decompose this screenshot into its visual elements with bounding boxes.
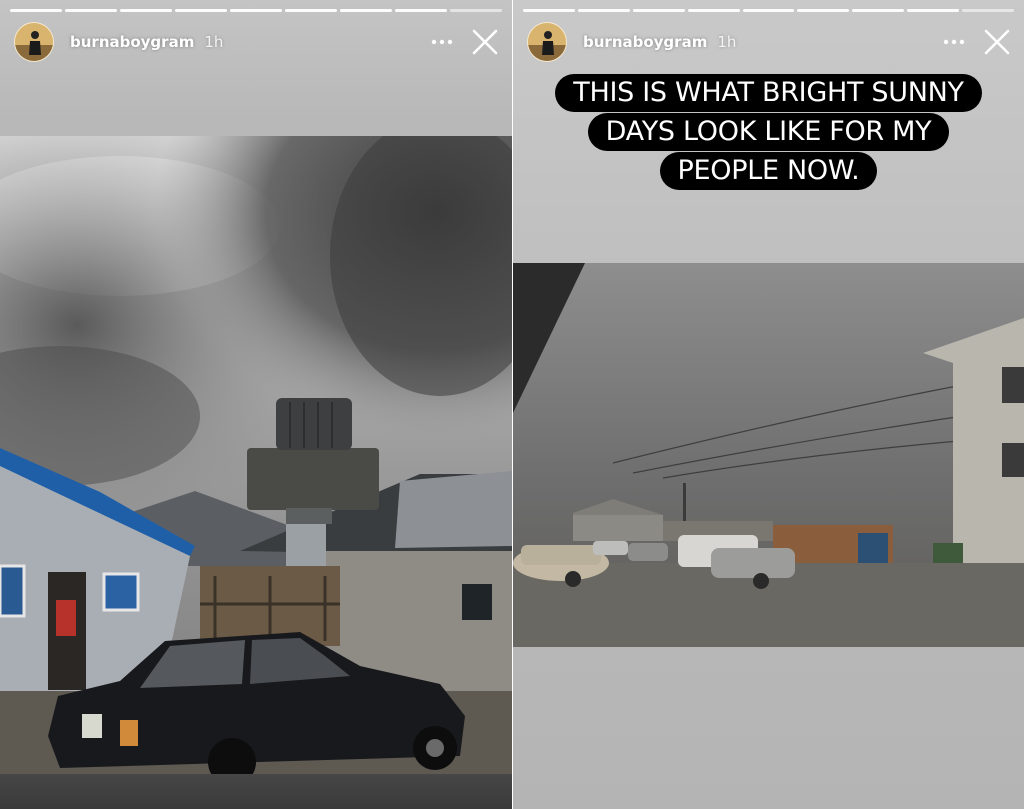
- story-photo[interactable]: [0, 136, 512, 774]
- progress-segment: [852, 9, 905, 12]
- progress-segment: [577, 9, 630, 12]
- story-progress-bar: [10, 9, 502, 12]
- progress-segment: [962, 9, 1015, 12]
- more-options-icon[interactable]: [428, 28, 456, 56]
- progress-segment: [10, 9, 62, 12]
- avatar[interactable]: [527, 22, 567, 62]
- progress-segment: [450, 9, 502, 12]
- progress-segment: [395, 9, 447, 12]
- username[interactable]: burnaboygram: [583, 33, 707, 51]
- story-panel-left[interactable]: burnaboygram 1h: [0, 0, 512, 809]
- story-caption: THIS IS WHAT BRIGHT SUNNY DAYS LOOK LIKE…: [513, 74, 1024, 191]
- progress-segment: [65, 9, 117, 12]
- progress-segment: [340, 9, 392, 12]
- close-icon[interactable]: [470, 27, 500, 57]
- caption-line: DAYS LOOK LIKE FOR MY: [587, 113, 950, 151]
- progress-segment: [632, 9, 685, 12]
- story-photo[interactable]: [513, 263, 1024, 647]
- story-header: burnaboygram 1h: [527, 22, 1012, 62]
- progress-segment: [742, 9, 795, 12]
- progress-segment: [907, 9, 960, 12]
- story-header: burnaboygram 1h: [14, 22, 500, 62]
- progress-segment: [120, 9, 172, 12]
- timestamp: 1h: [717, 33, 737, 51]
- close-icon[interactable]: [982, 27, 1012, 57]
- caption-line: PEOPLE NOW.: [659, 152, 878, 190]
- caption-line: THIS IS WHAT BRIGHT SUNNY: [555, 74, 982, 112]
- story-panel-right[interactable]: burnaboygram 1h THIS IS WHAT BRIGHT SUNN…: [513, 0, 1024, 809]
- progress-segment: [175, 9, 227, 12]
- progress-segment: [230, 9, 282, 12]
- progress-segment: [687, 9, 740, 12]
- timestamp: 1h: [204, 33, 224, 51]
- avatar[interactable]: [14, 22, 54, 62]
- progress-segment: [285, 9, 337, 12]
- story-progress-bar: [523, 9, 1015, 12]
- progress-segment: [523, 9, 575, 12]
- progress-segment: [797, 9, 850, 12]
- username[interactable]: burnaboygram: [70, 33, 194, 51]
- more-options-icon[interactable]: [940, 28, 968, 56]
